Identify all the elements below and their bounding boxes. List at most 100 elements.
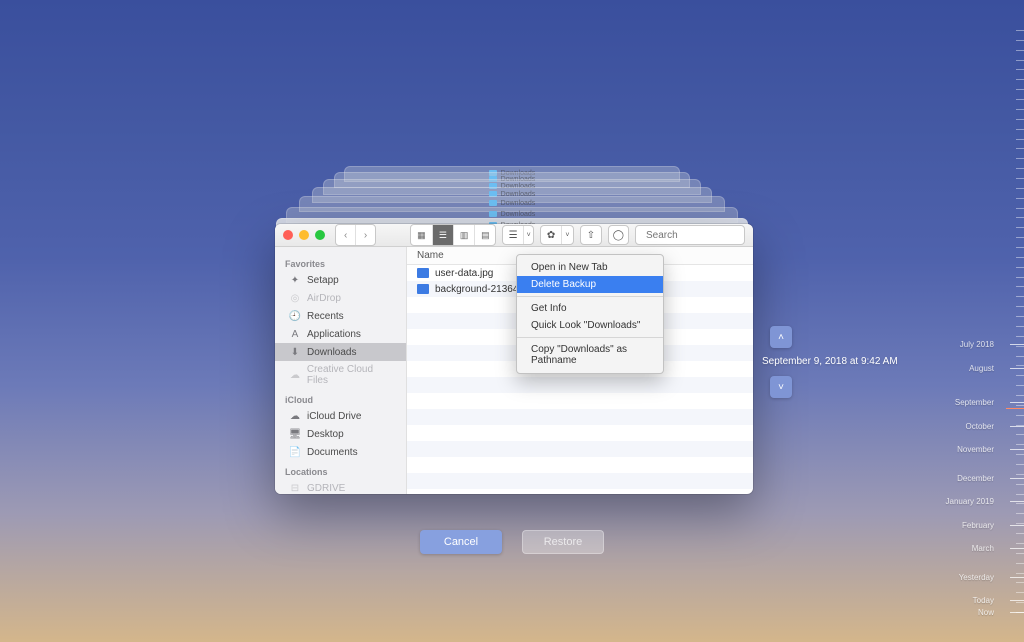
sidebar-item-setapp[interactable]: ✦Setapp: [275, 271, 406, 289]
timeline-tick: [1016, 277, 1024, 278]
timeline-tick: [1016, 69, 1024, 70]
cancel-button[interactable]: Cancel: [420, 530, 502, 554]
timeline-tick: [1016, 79, 1024, 80]
snapshot-next[interactable]: ˅: [770, 376, 792, 398]
timeline-tick: [1016, 346, 1024, 347]
timeline-label[interactable]: September: [955, 398, 994, 407]
timeline-tick: [1016, 168, 1024, 169]
restore-button[interactable]: Restore: [522, 530, 604, 554]
sidebar-item-label: Creative Cloud Files: [307, 364, 396, 386]
file-icon: [417, 284, 429, 294]
sidebar-item-documents[interactable]: 📄 Documents: [275, 443, 406, 461]
view-columns[interactable]: ▥: [453, 225, 474, 245]
folder-icon: [489, 211, 497, 217]
timeline-tick: [1016, 415, 1024, 416]
sidebar-item-label: Recents: [307, 311, 344, 322]
icloud-drive-icon: ☁: [289, 410, 301, 422]
sidebar-item-icloud-drive[interactable]: ☁iCloud Drive: [275, 407, 406, 425]
search-box[interactable]: [635, 225, 745, 245]
timeline-tick: [1016, 217, 1024, 218]
sidebar-item-applications[interactable]: AApplications: [275, 325, 406, 343]
timeline[interactable]: July 2018AugustSeptemberOctoberNovemberD…: [980, 30, 1024, 612]
timeline-tick: [1016, 306, 1024, 307]
snapshot-previous[interactable]: ˄: [770, 326, 792, 348]
menu-separator: [517, 337, 663, 338]
documents-icon: 📄: [289, 446, 301, 458]
sidebar-item-recents[interactable]: 🕘 Recents: [275, 307, 406, 325]
sidebar-item-label: AirDrop: [307, 293, 341, 304]
view-icons[interactable]: ▦: [411, 225, 432, 245]
file-row: [407, 425, 753, 441]
timeline-label[interactable]: Today: [973, 596, 994, 605]
file-icon: [417, 268, 429, 278]
menu-item-get-info[interactable]: Get Info: [517, 300, 663, 317]
sidebar-item-airdrop[interactable]: ◎AirDrop: [275, 289, 406, 307]
minimize-button[interactable]: [299, 230, 309, 240]
timeline-tick: [1016, 602, 1024, 603]
timeline-tick: [1016, 405, 1024, 406]
timeline-label[interactable]: August: [969, 364, 994, 373]
zoom-button[interactable]: [315, 230, 325, 240]
timeline-tick: [1016, 464, 1024, 465]
menu-item-delete-backup[interactable]: Delete Backup: [517, 276, 663, 293]
timeline-label[interactable]: July 2018: [960, 340, 994, 349]
gear-icon: ✿: [541, 226, 560, 244]
timeline-tick-major: [1010, 344, 1024, 345]
timeline-tick: [1016, 139, 1024, 140]
back-button[interactable]: ‹: [336, 225, 355, 245]
timeline-tick: [1016, 227, 1024, 228]
timeline-tick: [1016, 395, 1024, 396]
timeline-tick: [1016, 247, 1024, 248]
recents-icon: 🕘: [289, 310, 301, 322]
window-traffic-lights: [283, 230, 325, 240]
timeline-tick-major: [1010, 577, 1024, 578]
sidebar-group-locations: Locations: [275, 465, 406, 479]
timeline-tick: [1016, 385, 1024, 386]
timeline-tick-major: [1010, 600, 1024, 601]
menu-item-quick-look-downloads[interactable]: Quick Look "Downloads": [517, 317, 663, 334]
menu-separator: [517, 296, 663, 297]
tags-button[interactable]: ◯: [608, 225, 629, 245]
arrange-group[interactable]: ☰˅: [502, 225, 534, 245]
menu-item-copy-downloads-as-pathname[interactable]: Copy "Downloads" as Pathname: [517, 341, 663, 369]
sidebar-item-downloads[interactable]: ⬇Downloads: [275, 343, 406, 361]
timeline-tick-major: [1010, 402, 1024, 403]
timeline-tick: [1016, 365, 1024, 366]
timeline-tick: [1016, 178, 1024, 179]
timeline-label[interactable]: November: [957, 445, 994, 454]
finder-window: ‹ › ▦ ☰ ▥ ▤ ☰˅ ✿˅ ⇧ ◯ Favorites✦Setapp◎A…: [275, 224, 753, 494]
view-gallery[interactable]: ▤: [474, 225, 495, 245]
timeline-label[interactable]: October: [966, 422, 994, 431]
timeline-label[interactable]: March: [972, 544, 994, 553]
timeline-tick: [1016, 119, 1024, 120]
share-button[interactable]: ⇧: [580, 225, 601, 245]
forward-button[interactable]: ›: [355, 225, 374, 245]
timeline-tick: [1016, 99, 1024, 100]
file-row: [407, 457, 753, 473]
timeline-label[interactable]: January 2019: [946, 497, 994, 506]
timeline-tick: [1016, 474, 1024, 475]
snapshot-timestamp: September 9, 2018 at 9:42 AM: [762, 356, 898, 367]
search-input[interactable]: [646, 230, 753, 241]
timeline-label[interactable]: December: [957, 474, 994, 483]
timeline-label[interactable]: February: [962, 521, 994, 530]
action-context-menu: Open in New TabDelete Backup Get InfoQuic…: [516, 254, 664, 374]
close-button[interactable]: [283, 230, 293, 240]
timeline-label[interactable]: Yesterday: [959, 573, 994, 582]
sidebar-item-creative-cloud-files[interactable]: ☁Creative Cloud Files: [275, 361, 406, 389]
sidebar-item-label: Documents: [307, 447, 358, 458]
timeline-tick-major: [1010, 548, 1024, 549]
action-menu[interactable]: ✿˅: [540, 225, 574, 245]
timeline-tick: [1016, 543, 1024, 544]
timeline-label[interactable]: Now: [978, 608, 994, 617]
file-row: [407, 441, 753, 457]
sidebar-item-gdrive[interactable]: ⊟GDRIVE: [275, 479, 406, 494]
view-list[interactable]: ☰: [432, 225, 453, 245]
timeline-tick: [1016, 89, 1024, 90]
timeline-tick: [1016, 188, 1024, 189]
timeline-tick-major: [1010, 426, 1024, 427]
timeline-tick-major: [1010, 478, 1024, 479]
sidebar-item-desktop[interactable]: 🖥Desktop: [275, 425, 406, 443]
menu-item-open-in-new-tab[interactable]: Open in New Tab: [517, 259, 663, 276]
timeline-tick: [1016, 336, 1024, 337]
